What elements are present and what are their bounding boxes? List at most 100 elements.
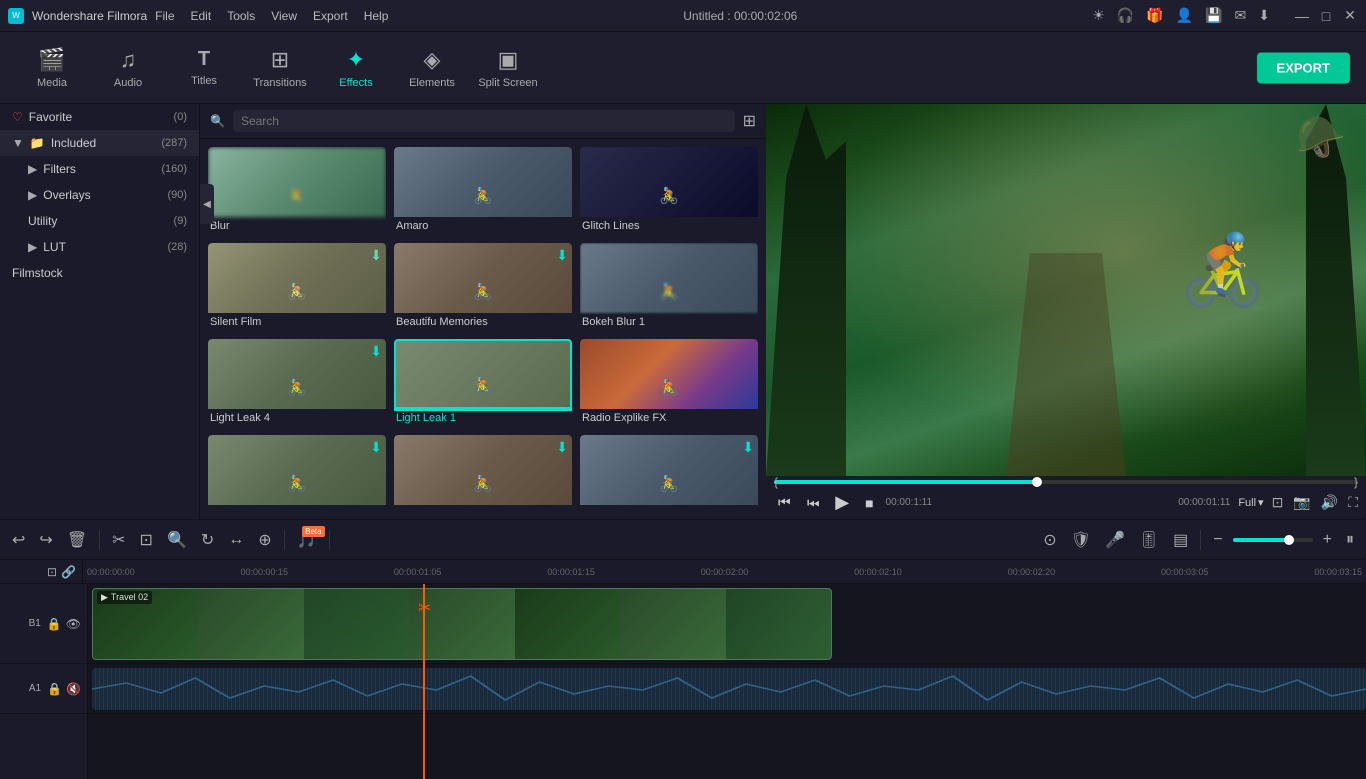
crop-button[interactable]: ⊡ <box>136 528 157 552</box>
tool-titles[interactable]: T Titles <box>168 38 240 98</box>
effect-radio-fx[interactable]: 🚴 Radio Explike FX <box>580 339 758 427</box>
effect-beautiful-mem[interactable]: 🚴 ⬇ Beautifu Memories <box>394 243 572 331</box>
frame-3 <box>304 589 409 659</box>
fullscreen-icon[interactable]: ⛶ <box>1348 494 1358 511</box>
rewind-button[interactable]: ⏮ <box>774 492 795 513</box>
effect-silent-film[interactable]: 🚴 ⬇ Silent Film <box>208 243 386 331</box>
effects-search-bar: 🔍 ⊞ <box>200 104 766 139</box>
sidebar-item-filmstock[interactable]: Filmstock <box>0 260 199 286</box>
sidebar-item-lut[interactable]: ▶ LUT (28) <box>0 234 199 260</box>
splitscreen-icon: ▣ <box>498 47 519 73</box>
sidebar-item-overlays[interactable]: ▶ Overlays (90) <box>0 182 199 208</box>
tool-effects[interactable]: ✦ Effects <box>320 38 392 98</box>
audio-adjust-icon[interactable]: 🎚 <box>1135 528 1163 552</box>
snap-icon[interactable]: ⊙ <box>1039 528 1060 552</box>
eye-icon[interactable]: 👁 <box>66 617 81 631</box>
video-clip[interactable]: ▶ Travel 02 <box>92 588 832 660</box>
export-button[interactable]: EXPORT <box>1257 52 1350 83</box>
effect-blur-label: Blur <box>208 217 386 235</box>
undo-button[interactable]: ↩ <box>8 528 29 552</box>
effect-light-leak-1[interactable]: 🚴 Light Leak 1 <box>394 339 572 427</box>
menu-edit[interactable]: Edit <box>191 9 212 23</box>
stop-button[interactable]: ■ <box>861 493 877 513</box>
mail-icon[interactable]: ✉ <box>1235 7 1247 24</box>
beat-sync-button[interactable]: 🎵 Beta <box>293 528 321 552</box>
zoom-in-button[interactable]: + <box>1319 529 1336 551</box>
effect-thumb4[interactable]: 🚴 ⬇ <box>208 435 386 511</box>
menu-file[interactable]: File <box>155 9 174 23</box>
sidebar-item-filters[interactable]: ▶ Filters (160) <box>0 156 199 182</box>
close-button[interactable]: ✕ <box>1342 8 1358 24</box>
sidebar-item-utility[interactable]: Utility (9) <box>0 208 199 234</box>
mic-icon[interactable]: 🎤 <box>1101 528 1129 552</box>
subtitle-icon[interactable]: ▤ <box>1169 528 1192 552</box>
rotate-button[interactable]: ↻ <box>197 528 218 552</box>
cut-button[interactable]: ✂ <box>108 528 129 552</box>
snap-icon[interactable]: ⊡ <box>47 565 57 579</box>
elements-icon: ◈ <box>424 47 441 73</box>
ruler-mark-8: 00:00:03:15 <box>1314 567 1362 577</box>
play-button[interactable]: ▶ <box>831 490 853 515</box>
effect-light-leak-4[interactable]: 🚴 ⬇ Light Leak 4 <box>208 339 386 427</box>
delete-button[interactable]: 🗑 <box>63 528 91 552</box>
tool-media[interactable]: 🎬 Media <box>16 38 88 98</box>
lut-label: LUT <box>43 240 66 254</box>
step-back-button[interactable]: ⏭ <box>803 492 824 513</box>
biker-icon: 🚴 <box>654 277 684 307</box>
effect-blur[interactable]: 🚴 Blur <box>208 147 386 235</box>
volume-icon[interactable]: 🔊 <box>1321 494 1338 511</box>
preview-frame: 🚴 🪖 <box>766 104 1366 476</box>
menu-help[interactable]: Help <box>364 9 389 23</box>
redo-button[interactable]: ↪ <box>35 528 56 552</box>
effect-bokeh[interactable]: 🚴 Bokeh Blur 1 <box>580 243 758 331</box>
biker-icon: 🚴 <box>654 181 684 211</box>
effects-search-input[interactable] <box>233 110 735 132</box>
minimize-button[interactable]: — <box>1294 8 1310 24</box>
pause-all-button[interactable]: ⏸ <box>1342 529 1358 551</box>
tool-audio[interactable]: ♫ Audio <box>92 38 164 98</box>
menu-tools[interactable]: Tools <box>227 9 255 23</box>
beta-badge: Beta <box>302 526 324 537</box>
tool-transitions[interactable]: ⊞ Transitions <box>244 38 316 98</box>
mute-icon[interactable]: 🔇 <box>66 682 81 696</box>
download-icon[interactable]: ⬇ <box>1258 7 1270 24</box>
zoom-out-button[interactable]: − <box>1209 529 1226 551</box>
audio-lock-icon[interactable]: 🔒 <box>47 682 62 696</box>
zoom-button[interactable]: 🔍 <box>163 528 191 552</box>
sidebar-item-favorite[interactable]: ♡ Favorite (0) <box>0 104 199 130</box>
shield-icon[interactable]: 🛡 <box>1067 528 1095 552</box>
effect-thumb5-thumb: 🚴 ⬇ <box>394 435 572 505</box>
save-icon[interactable]: 💾 <box>1205 7 1222 24</box>
tool-splitscreen[interactable]: ▣ Split Screen <box>472 38 544 98</box>
gift-icon[interactable]: 🎁 <box>1146 7 1163 24</box>
maximize-button[interactable]: □ <box>1318 8 1334 24</box>
effect-glitch[interactable]: 🚴 Glitch Lines <box>580 147 758 235</box>
mirror-button[interactable]: ↔ <box>224 529 248 551</box>
grid-view-icon[interactable]: ⊞ <box>743 111 756 131</box>
titles-label: Titles <box>191 75 217 87</box>
effect-amaro[interactable]: 🚴 Amaro <box>394 147 572 235</box>
lock-icon[interactable]: 🔒 <box>47 617 62 631</box>
link-icon[interactable]: 🔗 <box>61 565 76 579</box>
content-area: ♡ Favorite (0) ▼ 📁 Included (287) ▶ Filt… <box>0 104 1366 519</box>
headphone-icon[interactable]: 🎧 <box>1117 7 1134 24</box>
person-icon[interactable]: 👤 <box>1176 7 1193 24</box>
snapshot-icon[interactable]: 📷 <box>1293 494 1310 511</box>
download-icon: ⬇ <box>370 439 382 456</box>
effect-thumb6[interactable]: 🚴 ⬇ <box>580 435 758 511</box>
sidebar-item-included[interactable]: ▼ 📁 Included (287) <box>0 130 199 156</box>
menu-view[interactable]: View <box>271 9 297 23</box>
zoom-thumb <box>1284 535 1294 545</box>
titlebar: W Wondershare Filmora File Edit Tools Vi… <box>0 0 1366 32</box>
ruler-mark-5: 00:00:02:10 <box>854 567 902 577</box>
menu-export[interactable]: Export <box>313 9 348 23</box>
preview-progress-bar[interactable]: { } <box>774 480 1358 484</box>
sidebar-collapse-button[interactable]: ◀ <box>200 184 214 224</box>
pip-icon[interactable]: ⊡ <box>1272 494 1284 511</box>
tool-elements[interactable]: ◈ Elements <box>396 38 468 98</box>
quality-selector[interactable]: Full ▾ <box>1238 496 1263 509</box>
effect-thumb5[interactable]: 🚴 ⬇ <box>394 435 572 511</box>
sun-icon[interactable]: ☀ <box>1092 7 1105 24</box>
add-marker-button[interactable]: ⊕ <box>254 528 275 552</box>
zoom-slider[interactable] <box>1233 538 1313 542</box>
